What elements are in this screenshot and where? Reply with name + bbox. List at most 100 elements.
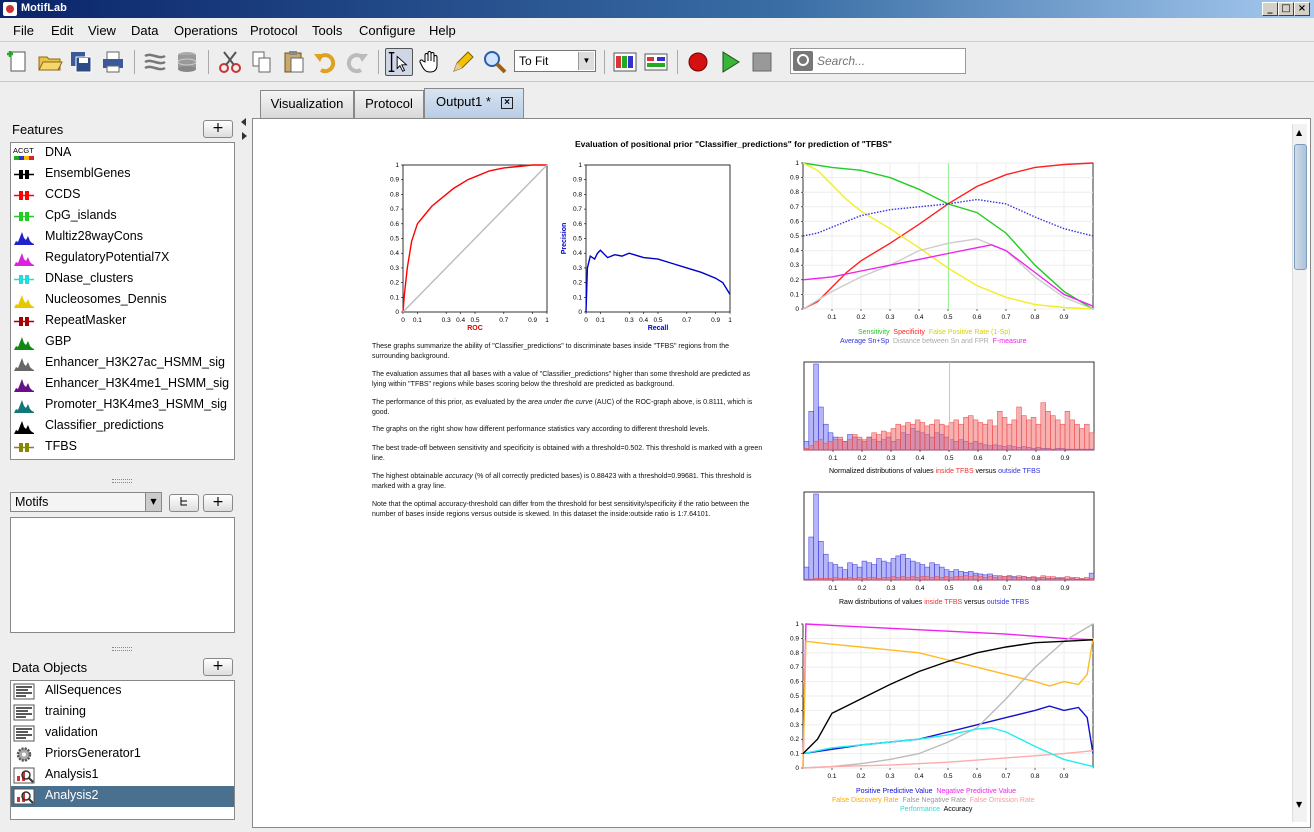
print-icon[interactable] <box>99 48 127 76</box>
menu-edit[interactable]: Edit <box>51 23 73 38</box>
play-icon[interactable] <box>716 48 744 76</box>
hand-tool-icon[interactable] <box>417 48 445 76</box>
close-button[interactable]: × <box>1294 2 1310 16</box>
menu-view[interactable]: View <box>88 23 116 38</box>
menu-data[interactable]: Data <box>131 23 158 38</box>
motifs-combo[interactable]: Motifs ▼ <box>10 492 162 512</box>
search-box[interactable] <box>790 48 966 74</box>
scroll-up-icon[interactable]: ▲ <box>1296 128 1302 137</box>
pencil-tool-icon[interactable] <box>449 48 477 76</box>
pred-legend-row3: Performance Accuracy <box>900 806 972 813</box>
add-feature-button[interactable]: + <box>203 120 233 138</box>
data-object-item[interactable]: training <box>11 702 234 723</box>
legend-for: False Omission Rate <box>969 797 1035 804</box>
feature-item[interactable]: Enhancer_H3K4me1_HSMM_sig <box>11 374 234 395</box>
select-tool-icon[interactable] <box>385 48 413 76</box>
tab-visualization[interactable]: Visualization <box>260 90 354 118</box>
toolbar-separator <box>134 50 135 74</box>
layout-icon[interactable] <box>642 48 670 76</box>
data-object-item[interactable]: Analysis2 <box>11 786 234 807</box>
redo-icon[interactable] <box>343 48 371 76</box>
data-object-item[interactable]: validation <box>11 723 234 744</box>
feature-item[interactable]: Classifier_predictions <box>11 416 234 437</box>
scroll-down-icon[interactable]: ▼ <box>1296 800 1302 809</box>
copy-icon[interactable] <box>248 48 276 76</box>
save-all-icon[interactable] <box>67 48 95 76</box>
new-document-icon[interactable] <box>4 48 32 76</box>
feature-item[interactable]: Enhancer_H3K27ac_HSMM_sig <box>11 353 234 374</box>
legend-performance: Performance <box>900 806 941 813</box>
inside-bar <box>1030 417 1037 451</box>
numeric-track-icon <box>14 295 34 308</box>
search-input[interactable] <box>817 52 962 70</box>
undo-icon[interactable] <box>311 48 339 76</box>
maximize-button[interactable]: □ <box>1278 2 1294 16</box>
data-object-item[interactable]: PriorsGenerator1 <box>11 744 234 765</box>
stop-icon[interactable] <box>748 48 776 76</box>
minimize-button[interactable]: _ <box>1262 2 1278 16</box>
scrollbar-thumb[interactable] <box>1294 144 1307 270</box>
menu-file[interactable]: File <box>13 23 34 38</box>
menu-protocol[interactable]: Protocol <box>250 23 298 38</box>
y-tick-label: 0.1 <box>790 291 799 298</box>
add-data-object-button[interactable]: + <box>203 658 233 676</box>
feature-item[interactable]: RegulatoryPotential7X <box>11 248 234 269</box>
inside-bar <box>992 577 998 581</box>
tab-output1[interactable]: Output1 * × <box>424 88 524 118</box>
motifs-list[interactable] <box>10 517 235 633</box>
x-tick-label: 0.1 <box>413 317 422 324</box>
inside-bar <box>818 578 824 581</box>
data-object-item[interactable]: Analysis1 <box>11 765 234 786</box>
feature-item[interactable]: Multiz28wayCons <box>11 227 234 248</box>
inside-bar <box>997 411 1003 451</box>
feature-item[interactable]: EnsemblGenes <box>11 164 234 185</box>
feature-item[interactable]: Promoter_H3K4me3_HSMM_sig <box>11 395 234 416</box>
zoom-select[interactable]: To Fit ▼ <box>514 50 596 72</box>
inside-bar <box>1001 417 1008 451</box>
output-scrollbar[interactable]: ▲ ▼ <box>1292 124 1307 822</box>
tab-protocol[interactable]: Protocol <box>354 90 424 118</box>
feature-item[interactable]: CCDS <box>11 185 234 206</box>
add-motif-button[interactable]: + <box>203 494 233 512</box>
feature-item[interactable]: RepeatMasker <box>11 311 234 332</box>
inside-bar <box>1011 577 1017 581</box>
inside-bar <box>1074 423 1080 451</box>
inside-bar <box>1016 575 1022 581</box>
panel-splitter[interactable] <box>7 477 237 483</box>
features-header: Features + <box>7 118 237 140</box>
feature-item[interactable]: Nucleosomes_Dennis <box>11 290 234 311</box>
menu-tools[interactable]: Tools <box>312 23 342 38</box>
region-track-icon <box>14 170 34 179</box>
expand-right-icon[interactable] <box>242 132 247 140</box>
menu-configure[interactable]: Configure <box>359 23 415 38</box>
close-tab-icon[interactable]: × <box>501 97 513 109</box>
data-object-item[interactable]: AllSequences <box>11 681 234 702</box>
panel-splitter[interactable] <box>7 645 237 651</box>
data-objects-list[interactable]: AllSequences training validation PriorsGene… <box>10 680 235 820</box>
features-list[interactable]: ACGT DNA EnsemblGenes CCDS CpG_islands Multiz… <box>10 142 235 460</box>
zoom-tool-icon[interactable] <box>481 48 509 76</box>
window-title: MotifLab <box>21 2 67 14</box>
y-tick-label: 0.8 <box>573 191 582 198</box>
tracks-icon[interactable] <box>141 48 169 76</box>
feature-item[interactable]: DNase_clusters <box>11 269 234 290</box>
inside-bar <box>876 434 882 451</box>
record-icon[interactable] <box>684 48 712 76</box>
menu-bar: File Edit View Data Operations Protocol … <box>0 18 1314 42</box>
open-folder-icon[interactable] <box>36 48 64 76</box>
cut-icon[interactable] <box>216 48 244 76</box>
inside-bar <box>847 577 853 581</box>
feature-item[interactable]: CpG_islands <box>11 206 234 227</box>
auc-text-a: The performance of this prior, as evalua… <box>372 399 529 406</box>
feature-item[interactable]: TFBS <box>11 437 234 458</box>
menu-help[interactable]: Help <box>429 23 456 38</box>
collapse-left-icon[interactable] <box>241 118 246 126</box>
motif-group-button[interactable] <box>169 494 199 512</box>
feature-item[interactable]: GBP <box>11 332 234 353</box>
feature-item[interactable]: ACGT DNA <box>11 143 234 164</box>
vertical-splitter[interactable] <box>239 86 249 832</box>
paste-icon[interactable] <box>280 48 308 76</box>
menu-operations[interactable]: Operations <box>174 23 238 38</box>
database-icon[interactable] <box>173 48 201 76</box>
color-scheme-icon[interactable] <box>611 48 639 76</box>
